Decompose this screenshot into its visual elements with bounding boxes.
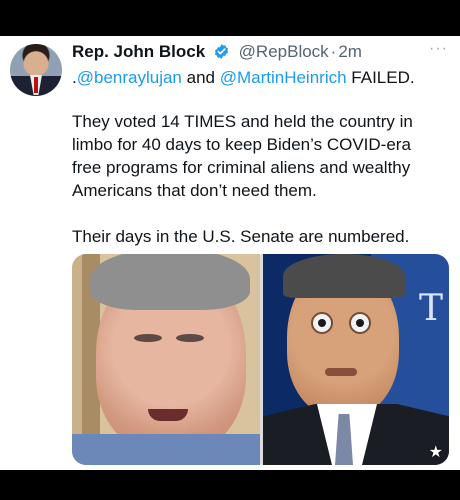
tweet-time[interactable]: 2m bbox=[338, 42, 362, 61]
tweet-body: They voted 14 TIMES and held the country… bbox=[72, 110, 442, 248]
author-handle[interactable]: @RepBlock bbox=[239, 42, 329, 61]
verified-badge-icon bbox=[213, 43, 230, 65]
left-photo-hair bbox=[90, 254, 250, 310]
right-photo-mouth bbox=[325, 368, 357, 376]
more-horizontal-icon[interactable]: ··· bbox=[429, 40, 448, 58]
author-name[interactable]: Rep. John Block bbox=[72, 42, 205, 61]
reply-conjunction: and bbox=[181, 68, 220, 87]
author-avatar[interactable] bbox=[10, 44, 62, 96]
mention-benraylujan[interactable]: @benraylujan bbox=[77, 68, 182, 87]
star-icon: ★ bbox=[428, 444, 443, 461]
tweet-paragraph-2: Their days in the U.S. Senate are number… bbox=[72, 227, 410, 246]
tweet-header: Rep. John Block @RepBlock · 2m bbox=[72, 42, 422, 64]
right-photo-eye-left bbox=[311, 312, 333, 334]
media-grid[interactable]: T ★ bbox=[72, 254, 449, 465]
reply-line: .@benraylujan and @MartinHeinrich FAILED… bbox=[72, 68, 452, 88]
right-photo-letter: T bbox=[418, 288, 443, 329]
tweet-card[interactable]: Rep. John Block @RepBlock · 2m ··· .@benra… bbox=[0, 36, 460, 470]
avatar-tie bbox=[34, 77, 38, 93]
right-photo-hair bbox=[283, 254, 405, 298]
left-photo-eye-right bbox=[176, 334, 204, 342]
left-photo-mouth bbox=[148, 409, 188, 421]
media-image-right[interactable]: T ★ bbox=[263, 254, 449, 465]
right-photo-eye-right bbox=[349, 312, 371, 334]
left-photo-shirt bbox=[72, 434, 260, 465]
tweet-paragraph-1: They voted 14 TIMES and held the country… bbox=[72, 112, 413, 200]
media-image-left[interactable] bbox=[72, 254, 260, 465]
time-separator: · bbox=[330, 42, 337, 61]
reply-suffix: FAILED. bbox=[346, 68, 415, 87]
left-photo-eye-left bbox=[134, 334, 162, 342]
mention-martinheinrich[interactable]: @MartinHeinrich bbox=[220, 68, 347, 87]
